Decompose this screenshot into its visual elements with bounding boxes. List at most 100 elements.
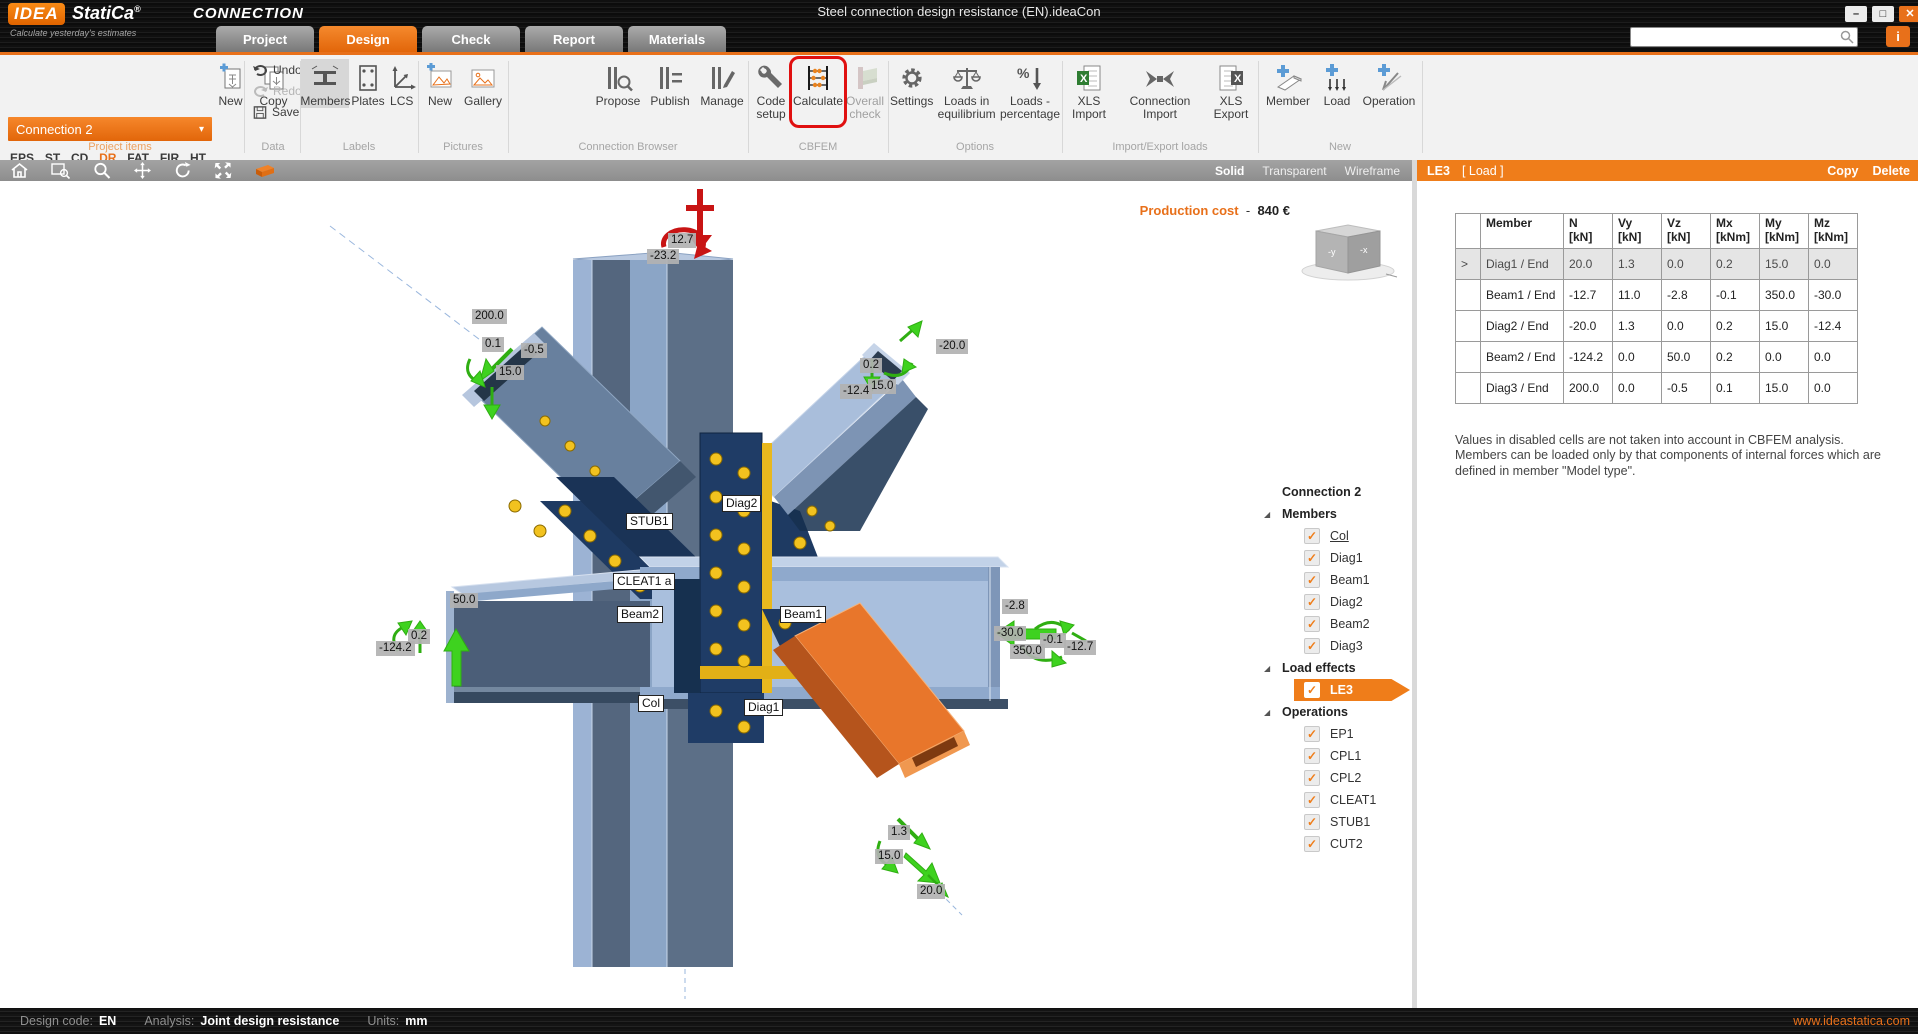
display-mode-transparent[interactable]: Transparent <box>1262 164 1326 178</box>
load-value: -30.0 <box>994 626 1026 641</box>
minimize-button[interactable]: – <box>1845 6 1867 22</box>
table-row[interactable]: Diag2 / End -20.01.30.0 0.215.0-12.4 <box>1456 311 1858 342</box>
table-row[interactable]: Diag3 / End 200.00.0-0.5 0.115.00.0 <box>1456 373 1858 404</box>
lcs-labels-button[interactable]: LCS <box>387 59 417 108</box>
undo-button[interactable]: Undo <box>252 61 302 79</box>
info-button[interactable]: i <box>1886 26 1910 47</box>
copy-load-button[interactable]: Copy <box>1827 164 1858 178</box>
plates-labels-button[interactable]: Plates <box>351 59 384 108</box>
checkbox[interactable]: ✓ <box>1304 550 1320 566</box>
settings-button[interactable]: Settings <box>890 59 933 121</box>
wrench-icon <box>756 61 786 95</box>
xls-import-button[interactable]: X XLS Import <box>1065 59 1113 121</box>
rotate-icon[interactable] <box>174 162 192 179</box>
home-icon[interactable] <box>10 162 29 179</box>
expander-icon[interactable]: ◢ <box>1264 510 1270 519</box>
tree-section-operations[interactable]: ◢Operations <box>1256 701 1410 723</box>
checkbox[interactable]: ✓ <box>1304 572 1320 588</box>
fit-view-icon[interactable] <box>214 162 232 179</box>
new-operation-icon <box>1374 61 1404 95</box>
new-member-button[interactable]: Member <box>1262 59 1314 108</box>
redo-button[interactable]: Redo <box>252 82 302 100</box>
checkbox[interactable]: ✓ <box>1304 726 1320 742</box>
group-label-connection-browser: Connection Browser <box>510 141 746 153</box>
viewport-3d-scene[interactable]: Production cost - 840 € -y -x 12.7 -23.2… <box>0 181 1412 1008</box>
code-setup-button[interactable]: Code setup <box>750 59 792 121</box>
table-row[interactable]: >Diag1 / End 20.01.30.0 0.215.00.0 <box>1456 249 1858 280</box>
tree-item-cpl1[interactable]: ✓CPL1 <box>1256 745 1410 767</box>
tree-item-diag3[interactable]: ✓Diag3 <box>1256 635 1410 657</box>
tree-root-connection[interactable]: Connection 2 <box>1256 481 1410 503</box>
tree-item-diag1[interactable]: ✓Diag1 <box>1256 547 1410 569</box>
table-row[interactable]: Beam1 / End -12.711.0-2.8 -0.1350.0-30.0 <box>1456 280 1858 311</box>
publish-button[interactable]: Publish <box>646 59 694 108</box>
tree-item-ep1[interactable]: ✓EP1 <box>1256 723 1410 745</box>
expander-icon[interactable]: ◢ <box>1264 708 1270 717</box>
loads-percentage-button[interactable]: % Loads - percentage <box>1000 59 1060 121</box>
new-picture-icon <box>425 61 455 95</box>
display-mode-wireframe[interactable]: Wireframe <box>1345 164 1400 178</box>
save-button[interactable]: Save <box>252 103 302 121</box>
gallery-button[interactable]: Gallery <box>461 59 505 108</box>
members-labels-button[interactable]: Members <box>301 59 349 108</box>
display-mode-solid[interactable]: Solid <box>1215 164 1244 178</box>
search-input[interactable] <box>1630 27 1858 47</box>
tree-item-cpl2[interactable]: ✓CPL2 <box>1256 767 1410 789</box>
pan-icon[interactable] <box>133 162 152 179</box>
navigation-cube[interactable]: -y -x <box>1298 219 1398 281</box>
calculate-button[interactable]: Calculate <box>794 59 842 121</box>
tree-item-stub1[interactable]: ✓STUB1 <box>1256 811 1410 833</box>
checkbox[interactable]: ✓ <box>1304 770 1320 786</box>
tab-report[interactable]: Report <box>525 26 623 52</box>
loads-in-equilibrium-button[interactable]: Loads in equilibrium <box>937 59 996 121</box>
zoom-window-icon[interactable] <box>51 162 71 179</box>
overall-check-button[interactable]: Overall check <box>844 59 886 121</box>
load-value: 12.7 <box>668 233 696 248</box>
solid-brick-icon[interactable] <box>254 162 276 179</box>
delete-load-button[interactable]: Delete <box>1872 164 1910 178</box>
load-value: -12.4 <box>840 384 872 399</box>
zoom-icon[interactable] <box>93 162 111 179</box>
website-link[interactable]: www.ideastatica.com <box>1793 1014 1910 1028</box>
xls-export-button[interactable]: X XLS Export <box>1207 59 1255 121</box>
propose-icon <box>603 61 633 95</box>
new-operation-button[interactable]: Operation <box>1360 59 1418 108</box>
checkbox[interactable]: ✓ <box>1304 814 1320 830</box>
tree-item-cut2[interactable]: ✓CUT2 <box>1256 833 1410 855</box>
tree-item-diag2[interactable]: ✓Diag2 <box>1256 591 1410 613</box>
table-row[interactable]: Beam2 / End -124.20.050.0 0.20.00.0 <box>1456 342 1858 373</box>
new-load-button[interactable]: Load <box>1318 59 1356 108</box>
checkbox[interactable]: ✓ <box>1304 836 1320 852</box>
checkbox[interactable]: ✓ <box>1304 594 1320 610</box>
connection-import-button[interactable]: Connection Import <box>1117 59 1203 121</box>
tree-section-members[interactable]: ◢Members <box>1256 503 1410 525</box>
tab-project[interactable]: Project <box>216 26 314 52</box>
checkbox[interactable]: ✓ <box>1304 792 1320 808</box>
connection-import-icon <box>1143 61 1177 95</box>
checkbox[interactable]: ✓ <box>1304 682 1320 698</box>
group-label-pictures: Pictures <box>420 141 506 153</box>
tree-item-col[interactable]: ✓Col <box>1256 525 1410 547</box>
close-button[interactable]: ✕ <box>1899 6 1918 22</box>
member-label-diag2: Diag2 <box>722 495 761 512</box>
checkbox[interactable]: ✓ <box>1304 616 1320 632</box>
propose-button[interactable]: Propose <box>594 59 642 108</box>
tree-section-load-effects[interactable]: ◢Load effects <box>1256 657 1410 679</box>
tree-item-cleat1[interactable]: ✓CLEAT1 <box>1256 789 1410 811</box>
tab-design[interactable]: Design <box>319 26 417 52</box>
tab-materials[interactable]: Materials <box>628 26 726 52</box>
checkbox[interactable]: ✓ <box>1304 748 1320 764</box>
checkbox[interactable]: ✓ <box>1304 638 1320 654</box>
new-picture-button[interactable]: New <box>421 59 459 108</box>
expander-icon[interactable]: ◢ <box>1264 664 1270 673</box>
checkbox[interactable]: ✓ <box>1304 528 1320 544</box>
maximize-button[interactable]: □ <box>1872 6 1894 22</box>
connection-selector[interactable]: Connection 2▾ <box>8 117 212 141</box>
tab-check[interactable]: Check <box>422 26 520 52</box>
tree-item-le3[interactable]: ✓ LE3 <box>1256 679 1410 701</box>
tree-item-beam2[interactable]: ✓Beam2 <box>1256 613 1410 635</box>
svg-text:X: X <box>1080 73 1088 85</box>
load-effects-table[interactable]: Member N[kN] Vy[kN] Vz[kN] Mx[kNm] My[kN… <box>1455 213 1858 404</box>
tree-item-beam1[interactable]: ✓Beam1 <box>1256 569 1410 591</box>
manage-button[interactable]: Manage <box>698 59 746 108</box>
